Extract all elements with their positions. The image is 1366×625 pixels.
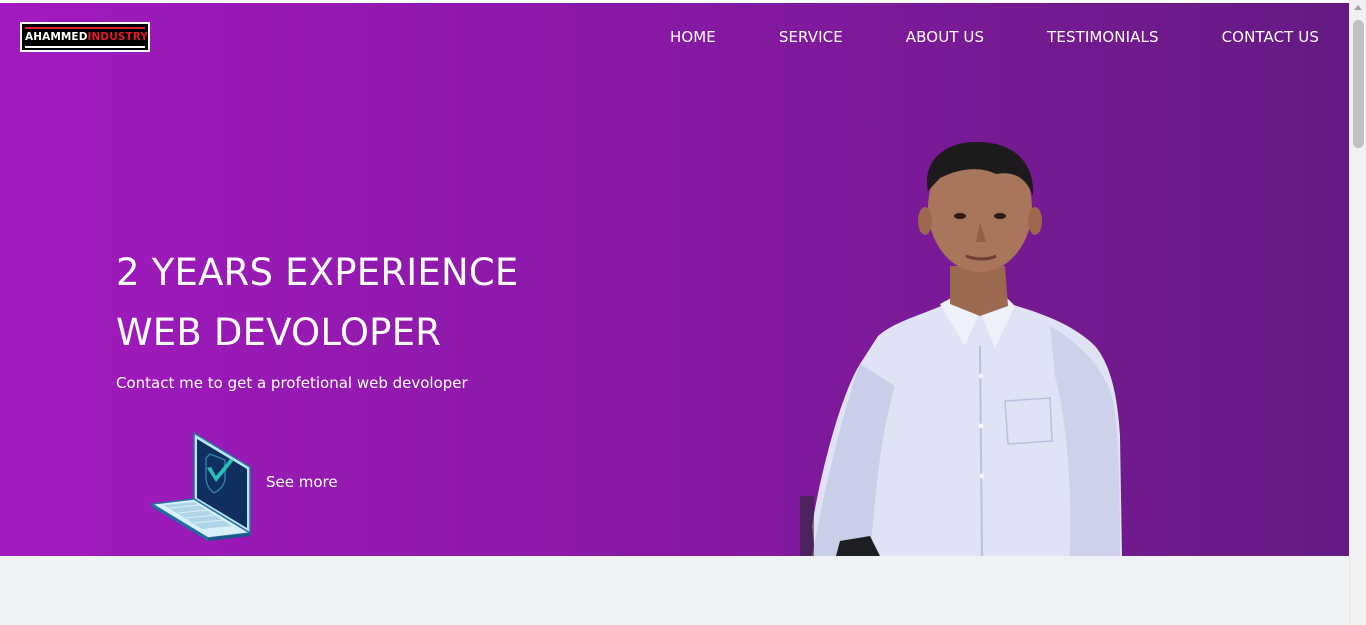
nav-about-us[interactable]: ABOUT US (906, 27, 984, 47)
vertical-scrollbar[interactable] (1349, 0, 1366, 625)
see-more-link[interactable]: See more (266, 472, 338, 492)
nav-service[interactable]: SERVICE (779, 27, 843, 47)
headline-line-1: 2 YEARS EXPERIENCE (116, 251, 519, 294)
logo-text: AHAMMEDINDUSTRY (25, 30, 148, 44)
headline-line-2: WEB DEVOLOPER (116, 311, 442, 354)
logo-top-rule (25, 26, 145, 29)
hero-section: AHAMMEDINDUSTRY HOME SERVICE ABOUT US TE… (0, 3, 1349, 556)
nav-testimonials[interactable]: TESTIMONIALS (1047, 27, 1158, 47)
hero-subtext: Contact me to get a profetional web devo… (116, 374, 468, 392)
scroll-thumb[interactable] (1353, 20, 1364, 148)
logo-text-primary: AHAMMED (25, 30, 88, 43)
logo-bottom-rule (25, 45, 145, 48)
nav-contact-us[interactable]: CONTACT US (1222, 27, 1319, 47)
next-section (0, 556, 1349, 625)
hero-headline: 2 YEARS EXPERIENCE WEB DEVOLOPER (116, 243, 518, 363)
main-nav: HOME SERVICE ABOUT US TESTIMONIALS CONTA… (670, 27, 1319, 47)
page: AHAMMEDINDUSTRY HOME SERVICE ABOUT US TE… (0, 0, 1366, 625)
site-logo[interactable]: AHAMMEDINDUSTRY (20, 22, 150, 52)
portrait-photo (800, 141, 1122, 556)
scroll-up-icon[interactable] (1354, 5, 1362, 10)
logo-text-accent: INDUSTRY (87, 30, 149, 43)
nav-home[interactable]: HOME (670, 27, 716, 47)
laptop-shield-check-icon[interactable] (150, 430, 254, 542)
